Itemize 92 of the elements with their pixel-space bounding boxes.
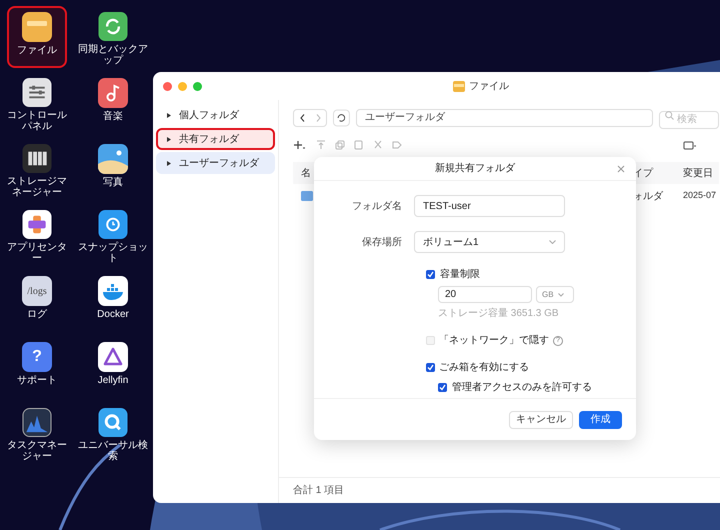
checkbox[interactable] (438, 383, 447, 392)
checkbox-label: 容量制限 (440, 268, 480, 282)
sidebar-item[interactable]: ユーザーフォルダ (156, 152, 275, 174)
help-icon: ? (22, 342, 52, 372)
app-icon[interactable]: Docker (74, 270, 152, 332)
app-label: 同期とバックアップ (77, 44, 149, 66)
copy-icon[interactable] (335, 140, 345, 150)
triangle-icon (167, 112, 171, 118)
app-label: ユニバーサル検索 (77, 440, 149, 462)
chevron-icon (558, 292, 564, 296)
status-text: 合計 1 項目 (293, 484, 344, 498)
app-label: ストレージマネージャー (6, 176, 68, 198)
column-header[interactable]: 変更日 (683, 166, 713, 180)
folder-icon (301, 191, 313, 201)
checkbox[interactable] (426, 270, 435, 279)
folder-icon (22, 12, 52, 42)
select-field[interactable]: GB (536, 286, 574, 303)
check-icon (427, 364, 434, 371)
app-icon[interactable]: タスクマネージャー (0, 402, 74, 464)
chart-icon (22, 408, 52, 437)
cut-icon[interactable] (373, 140, 383, 150)
app-icon[interactable]: ユニバーサル検索 (74, 402, 152, 464)
clock-icon (98, 210, 128, 239)
forward-icon[interactable] (316, 114, 320, 122)
app-label: Jellyfin (96, 375, 130, 386)
maximize-button[interactable] (193, 82, 202, 90)
drive-bays-icon (22, 144, 52, 173)
app-label: アプリセンター (6, 242, 68, 264)
cancel-button[interactable]: キャンセル (509, 410, 573, 428)
app-icon[interactable]: ストレージマネージャー (0, 138, 74, 200)
app-icon[interactable]: ファイル (7, 6, 67, 68)
app-label: ログ (26, 309, 48, 320)
app-label: 写真 (102, 177, 124, 188)
close-button[interactable] (163, 82, 172, 90)
close-icon[interactable] (617, 165, 625, 173)
hint-text: ストレージ容量 3651.3 GB (438, 306, 560, 321)
landscape-icon (98, 144, 128, 174)
app-icon[interactable]: Jellyfin (74, 336, 152, 398)
plus-shapes-icon (22, 210, 52, 239)
chevron-icon (549, 240, 556, 244)
field-label: 保存場所 (361, 236, 403, 250)
search-icon (98, 408, 128, 437)
input-field[interactable]: 20 (438, 286, 532, 303)
app-icon[interactable]: /logs ログ (0, 270, 74, 332)
create-button[interactable]: 作成 (579, 410, 622, 428)
app-icon[interactable]: アプリセンター (0, 204, 74, 266)
path-field[interactable]: ユーザーフォルダ (356, 109, 653, 127)
sliders-icon (22, 78, 52, 107)
checkbox-label: 管理者アクセスのみを許可する (452, 380, 592, 395)
app-icon[interactable]: 同期とバックアップ (74, 6, 152, 68)
check-icon (427, 271, 434, 278)
app-label: サポート (16, 375, 58, 386)
app-label: コントロールパネル (6, 110, 68, 132)
checkbox-label: ごみ箱を有効にする (439, 360, 529, 375)
checkbox[interactable] (426, 363, 435, 372)
sidebar-item[interactable]: 共有フォルダ (156, 128, 275, 150)
whale-icon (98, 276, 128, 306)
app-icon[interactable]: スナップショット (74, 204, 152, 266)
app-icon[interactable]: コントロールパネル (0, 72, 74, 134)
triangle-icon (167, 136, 171, 142)
app-label: スナップショット (77, 242, 149, 264)
sidebar-item[interactable]: 個人フォルダ (156, 104, 275, 126)
paste-icon[interactable] (354, 140, 364, 150)
app-label: タスクマネージャー (6, 440, 68, 462)
app-label: ファイル (16, 45, 58, 56)
search-icon (665, 111, 674, 120)
search-field[interactable]: 検索 (659, 110, 719, 128)
field-label: フォルダ名 (351, 200, 403, 214)
view-icon[interactable] (683, 139, 697, 151)
add-icon[interactable] (293, 140, 307, 150)
upload-icon[interactable] (316, 140, 326, 150)
back-icon[interactable] (300, 114, 304, 122)
app-icon[interactable]: 写真 (74, 138, 152, 200)
triangle-icon (167, 160, 171, 166)
app-icon[interactable]: 音楽 (74, 72, 152, 134)
check-icon (439, 384, 446, 391)
select-field[interactable]: ボリューム1 (414, 231, 565, 253)
input-field[interactable]: TEST-user (414, 195, 565, 217)
music-note-icon (98, 78, 128, 108)
refresh-icon[interactable] (333, 109, 350, 127)
tag-icon[interactable] (392, 140, 402, 150)
app-icon[interactable]: ? サポート (0, 336, 74, 398)
sync-icon (98, 12, 128, 41)
checkbox-label: 「ネットワーク」で隠す (439, 334, 549, 348)
document-icon: /logs (22, 276, 52, 306)
app-label: 音楽 (102, 111, 124, 122)
minimize-button[interactable] (178, 82, 187, 90)
table-cell-text: 2025-07 (683, 189, 716, 202)
window-title: ファイル (469, 80, 509, 94)
dialog-title: 新規共有フォルダ (435, 162, 515, 176)
folder-icon (453, 81, 465, 92)
app-label: Docker (96, 309, 130, 320)
